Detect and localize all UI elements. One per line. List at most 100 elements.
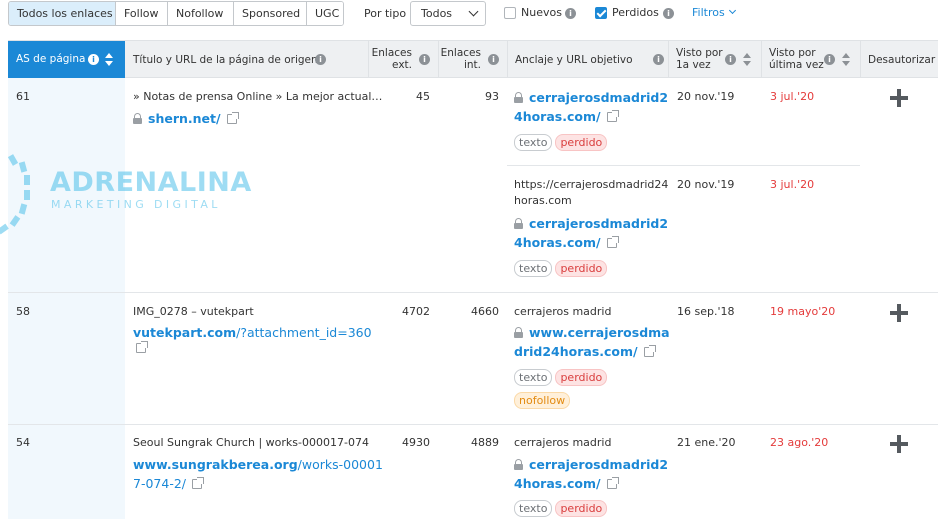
external-link-icon[interactable] — [606, 477, 619, 489]
column-last-seen[interactable]: Visto por última vez i — [762, 41, 860, 78]
tag-list: texto perdido — [514, 500, 610, 517]
sort-icon[interactable] — [105, 53, 113, 67]
ext-links-value: 45 — [416, 90, 430, 103]
nuevos-checkbox[interactable] — [504, 7, 516, 19]
sort-icon[interactable] — [743, 53, 751, 67]
column-first-seen-label-1: Visto por — [676, 47, 723, 59]
column-last-seen-label-2: última vez — [769, 59, 824, 71]
info-icon[interactable]: i — [663, 8, 674, 19]
disavow-add-icon[interactable] — [890, 304, 908, 322]
target-url-line-1[interactable]: cerrajerosdmadrid2 — [529, 216, 668, 231]
target-url[interactable]: cerrajerosdmadrid2 4horas.com/ — [514, 214, 668, 252]
external-link-icon[interactable] — [606, 236, 619, 248]
info-icon[interactable]: i — [488, 54, 499, 65]
column-int-label-1: Enlaces — [440, 47, 481, 59]
target-url-line-1[interactable]: cerrajerosdmadrid2 — [529, 457, 668, 472]
ext-links-value: 4930 — [402, 436, 430, 449]
external-link-icon[interactable] — [136, 341, 148, 353]
first-seen-date: 21 ene.'20 — [677, 436, 736, 449]
lock-icon — [514, 92, 523, 103]
anchor-text-line-1: https://cerrajerosdmadrid24 — [514, 178, 669, 191]
tag-perdido: perdido — [555, 500, 608, 517]
target-url-line-2[interactable]: drid24horas.com/ — [514, 344, 638, 359]
column-ext-links[interactable]: Enlaces ext. i — [369, 41, 438, 78]
external-link-icon[interactable] — [226, 112, 239, 124]
target-url-line-2[interactable]: 4horas.com/ — [514, 235, 601, 250]
sort-icon[interactable] — [842, 53, 850, 67]
info-icon[interactable]: i — [315, 54, 326, 65]
info-icon[interactable]: i — [824, 54, 835, 65]
source-url[interactable]: vutekpart.com/?attachment_id=360 — [133, 323, 372, 355]
last-seen-date: 3 jul.'20 — [770, 178, 815, 191]
column-as[interactable]: AS de página i — [8, 41, 125, 78]
target-url-line-1[interactable]: cerrajerosdmadrid2 — [529, 90, 668, 105]
link-type-sponsored[interactable]: Sponsored — [234, 2, 307, 25]
chevron-down-icon — [728, 6, 736, 15]
row-divider — [507, 165, 860, 166]
column-anchor-label: Anclaje y URL objetivo — [515, 54, 633, 66]
as-value: 58 — [16, 305, 30, 318]
source-title: Seoul Sungrak Church | works-000017-074 — [133, 436, 369, 449]
column-int-label-2: int. — [463, 59, 481, 71]
tag-list: nofollow — [514, 392, 573, 409]
source-path-line-1[interactable]: /works-00001 — [298, 457, 383, 472]
column-last-seen-label-1: Visto por — [769, 47, 816, 59]
as-column-highlight — [8, 78, 125, 519]
source-path-line-2[interactable]: 7-074-2/ — [133, 476, 186, 491]
info-icon[interactable]: i — [88, 54, 99, 65]
perdidos-label: Perdidos — [612, 6, 659, 19]
watermark-logo-icon — [0, 154, 30, 235]
column-disavow: Desautorizar — [861, 41, 938, 78]
link-type-ugc[interactable]: UGC — [307, 2, 343, 25]
column-ext-label-2: ext. — [392, 59, 412, 71]
source-domain[interactable]: shern.net/ — [148, 111, 221, 126]
source-url[interactable]: shern.net/ — [133, 109, 239, 128]
column-title-url: Título y URL de la página de origen i — [125, 41, 368, 78]
disavow-add-icon[interactable] — [890, 435, 908, 453]
perdidos-checkbox[interactable] — [595, 7, 607, 19]
target-url[interactable]: cerrajerosdmadrid2 4horas.com/ — [514, 455, 668, 493]
as-value: 54 — [16, 436, 30, 449]
link-type-follow[interactable]: Follow — [116, 2, 168, 25]
target-url[interactable]: cerrajerosdmadrid2 4horas.com/ — [514, 88, 668, 126]
target-url-line-1[interactable]: www.cerrajerosdma — [529, 325, 670, 340]
info-icon[interactable]: i — [565, 8, 576, 19]
link-type-all[interactable]: Todos los enlaces — [9, 2, 116, 25]
source-title: IMG_0278 – vutekpart — [133, 305, 254, 318]
lock-icon — [133, 113, 142, 124]
link-type-nofollow[interactable]: Nofollow — [168, 2, 234, 25]
source-domain[interactable]: www.sungrakberea.org — [133, 457, 298, 472]
target-url-line-2[interactable]: 4horas.com/ — [514, 109, 601, 124]
tag-nofollow: nofollow — [514, 392, 571, 409]
tag-list: texto perdido — [514, 260, 610, 277]
filtros-dropdown[interactable]: Filtros — [692, 6, 736, 19]
source-path[interactable]: /?attachment_id=360 — [236, 325, 371, 340]
info-icon[interactable]: i — [725, 54, 736, 65]
anchor-text: https://cerrajerosdmadrid24 horas.com — [514, 177, 668, 209]
watermark-title: ADRENALINA — [50, 167, 252, 198]
external-link-icon[interactable] — [643, 345, 656, 357]
external-link-icon[interactable] — [192, 477, 204, 489]
watermark: ADRENALINA MARKETING DIGITAL — [0, 150, 260, 240]
source-url[interactable]: www.sungrakberea.org/works-00001 7-074-2… — [133, 455, 383, 493]
column-first-seen[interactable]: Visto por 1a vez i — [669, 41, 761, 78]
target-url-line-2[interactable]: 4horas.com/ — [514, 476, 601, 491]
info-icon[interactable]: i — [419, 54, 430, 65]
filter-bar: Todos los enlaces Follow Nofollow Sponso… — [0, 0, 940, 30]
external-link-icon[interactable] — [606, 110, 619, 122]
disavow-add-icon[interactable] — [890, 89, 908, 107]
int-links-value: 4889 — [471, 436, 499, 449]
lock-icon — [514, 327, 523, 338]
target-url[interactable]: www.cerrajerosdma drid24horas.com/ — [514, 323, 670, 361]
tag-list: texto perdido — [514, 369, 610, 386]
por-tipo-select[interactable]: Todos — [410, 1, 486, 26]
info-icon[interactable]: i — [653, 54, 664, 65]
first-seen-date: 16 sep.'18 — [677, 305, 735, 318]
ext-links-value: 4702 — [402, 305, 430, 318]
source-domain[interactable]: vutekpart.com — [133, 325, 236, 340]
column-int-links[interactable]: Enlaces int. i — [439, 41, 507, 78]
tag-perdido: perdido — [555, 260, 608, 277]
as-value: 61 — [16, 90, 30, 103]
last-seen-date: 19 mayo'20 — [770, 305, 836, 318]
nuevos-label: Nuevos — [521, 6, 562, 19]
